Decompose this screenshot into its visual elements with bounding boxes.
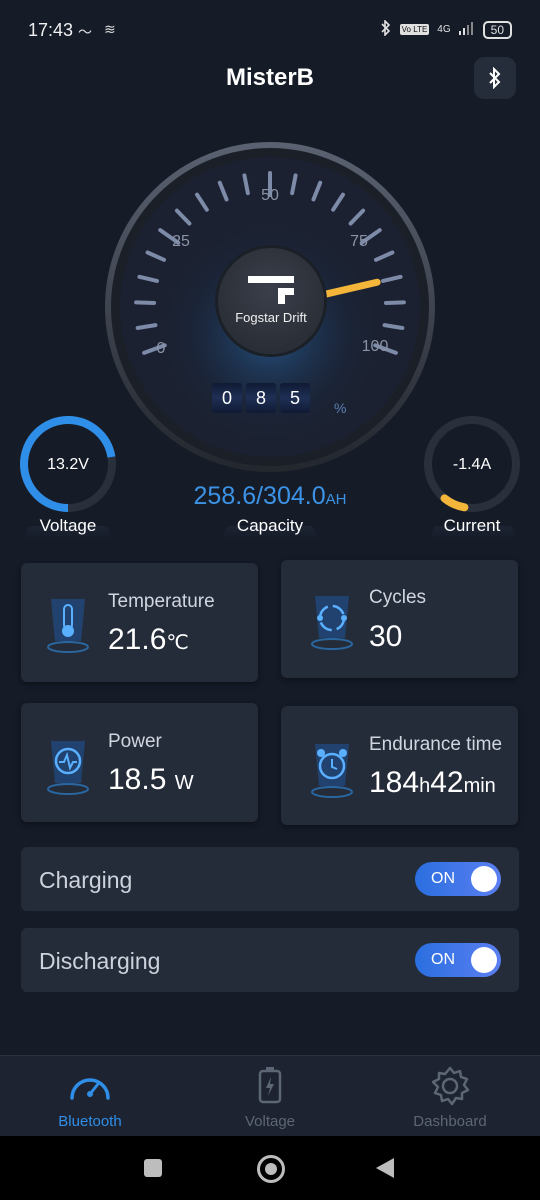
gear-icon	[431, 1066, 470, 1106]
discharging-label: Discharging	[39, 948, 161, 974]
battery-icon	[258, 1067, 282, 1104]
speedometer-icon	[70, 1078, 110, 1100]
discharging-toggle-state: ON	[431, 951, 455, 968]
fogstar-logo-icon	[248, 276, 294, 309]
endurance-label: Endurance time	[369, 734, 503, 755]
discharging-toggle[interactable]: ON	[415, 943, 501, 977]
power-unit: W	[174, 772, 194, 794]
endurance-hours: 184	[369, 766, 420, 799]
gauge-tick-label-75: 75	[350, 233, 368, 250]
power-label: Power	[108, 731, 162, 752]
gauge-tick	[383, 300, 406, 305]
gauge-tick	[135, 323, 158, 330]
layers-icon: ≋	[104, 21, 116, 37]
temperature-number: 21.6	[108, 623, 167, 656]
endurance-minutes: 42	[430, 766, 464, 799]
odometer-digit: 5	[280, 383, 310, 413]
nav-label-voltage: Voltage	[244, 1113, 296, 1130]
bluetooth-icon	[489, 67, 501, 89]
percent-unit: %	[334, 400, 347, 416]
status-icons: Vo LTE 4G 50	[380, 19, 512, 39]
percent-odometer: 0 8 5	[212, 383, 310, 413]
voltage-value: 13.2V	[47, 456, 89, 473]
endurance-value: 184h42min	[369, 766, 496, 800]
discharging-row: Discharging ON	[21, 928, 519, 992]
charging-toggle[interactable]: ON	[415, 862, 501, 896]
status-bar: 17:43 〜 ≋ Vo LTE 4G 50	[0, 0, 540, 60]
endurance-card: Endurance time 184h42min	[281, 706, 518, 825]
cycles-label: Cycles	[369, 587, 427, 608]
status-time: 17:43	[28, 20, 74, 40]
temperature-value: 21.6℃	[108, 623, 189, 657]
cycles-card: Cycles 30	[281, 560, 518, 678]
endurance-hours-unit: h	[419, 775, 431, 797]
battery-icon: 50	[482, 20, 512, 39]
capacity-unit: AH	[325, 491, 347, 508]
bluetooth-status-icon	[380, 19, 392, 39]
bluetooth-button[interactable]	[474, 57, 516, 99]
alarm-clock-icon	[311, 744, 353, 798]
odometer-digit: 8	[246, 383, 276, 413]
endurance-minutes-unit: min	[463, 775, 496, 797]
power-number: 18.5	[108, 763, 167, 796]
nav-label-bluetooth: Bluetooth	[58, 1113, 122, 1130]
current-value: -1.4A	[452, 456, 492, 473]
power-icon	[47, 741, 89, 795]
signal-icon	[458, 21, 475, 38]
nav-item-bluetooth[interactable]: Bluetooth	[0, 1056, 180, 1137]
bottom-nav: Bluetooth Voltage Dashboard	[0, 1055, 540, 1137]
temperature-label: Temperature	[108, 591, 215, 612]
device-name: Fogstar Drift	[235, 310, 307, 325]
odometer-digit: 0	[212, 383, 242, 413]
charging-label: Charging	[39, 867, 133, 893]
nav-label-dashboard: Dashboard	[413, 1113, 487, 1130]
wave-icon: 〜	[78, 24, 92, 40]
power-card: Power 18.5 W	[21, 703, 258, 822]
system-nav-bar	[0, 1136, 540, 1200]
charging-toggle-state: ON	[431, 870, 455, 887]
temperature-card: Temperature 21.6℃	[21, 563, 258, 682]
gauge-tick-label-100: 100	[362, 338, 389, 355]
gauge-tick-label-25: 25	[172, 233, 190, 250]
back-button[interactable]	[374, 1156, 396, 1180]
nav-item-voltage[interactable]: Voltage	[180, 1056, 360, 1137]
cycles-value: 30	[369, 620, 403, 653]
thermometer-icon	[47, 599, 89, 653]
charging-toggle-knob	[471, 866, 497, 892]
discharging-toggle-knob	[471, 947, 497, 973]
recents-button[interactable]	[144, 1159, 162, 1177]
nav-item-dashboard[interactable]: Dashboard	[360, 1056, 540, 1137]
home-button[interactable]	[257, 1155, 285, 1183]
temperature-unit: ℃	[166, 632, 189, 654]
network-label: 4G	[437, 24, 451, 35]
capacity-amount: 258.6/304.0	[193, 482, 326, 510]
gauge-tick-label-50: 50	[261, 187, 279, 204]
cycles-icon	[311, 596, 353, 650]
current-label: Current	[443, 516, 501, 535]
page-title: MisterB	[225, 64, 315, 91]
gauge-tick-label-0: 0	[157, 340, 166, 357]
gauge-tick	[382, 323, 405, 330]
gauge-tick	[134, 300, 157, 305]
charging-row: Charging ON	[21, 847, 519, 911]
volte-icon: Vo LTE	[399, 24, 430, 35]
power-value: 18.5 W	[108, 763, 194, 797]
